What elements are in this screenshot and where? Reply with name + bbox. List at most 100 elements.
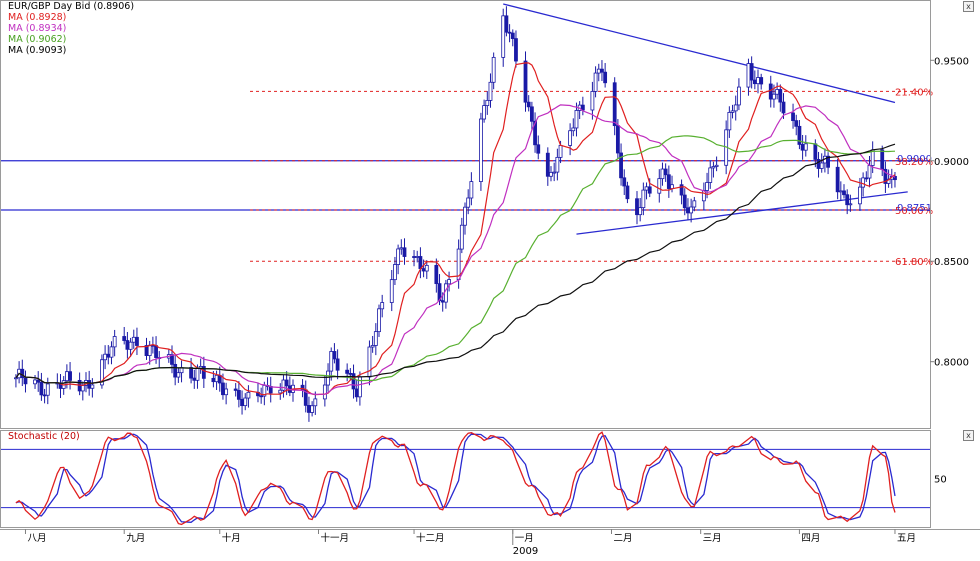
chart-canvas: 21.40%38.20%50.00%61.80%0.90000.8751 50 … bbox=[0, 0, 980, 557]
candle-body bbox=[45, 383, 50, 396]
candle-body bbox=[641, 189, 646, 209]
candle-body bbox=[593, 72, 598, 92]
candle-body bbox=[491, 56, 496, 83]
x-tick-label: 一月 bbox=[515, 533, 534, 544]
candle-body bbox=[469, 181, 474, 199]
candle-body bbox=[737, 86, 741, 106]
candle-body bbox=[549, 171, 553, 177]
candle-body bbox=[686, 207, 690, 214]
candle-body bbox=[781, 101, 786, 114]
candle-body bbox=[596, 68, 601, 74]
y-tick-label: 0.9000 bbox=[934, 157, 969, 168]
candle-body bbox=[529, 106, 534, 122]
x-year-label: 2009 bbox=[513, 546, 538, 557]
candle-body bbox=[555, 156, 560, 173]
horizontal-level-label: 0.8751 bbox=[897, 203, 932, 214]
candle-body bbox=[485, 100, 490, 106]
candle-body bbox=[752, 79, 757, 85]
candle-body bbox=[510, 32, 515, 40]
candle-body bbox=[772, 93, 776, 100]
candle-body bbox=[791, 112, 795, 122]
candle-body bbox=[307, 404, 311, 413]
candle-body bbox=[466, 197, 471, 208]
candle-body bbox=[733, 104, 738, 112]
candle-body bbox=[603, 71, 608, 84]
candle-body bbox=[128, 341, 133, 350]
fib-level-label: 61.80% bbox=[895, 257, 933, 268]
legend-ma4: MA (0.9093) bbox=[8, 45, 67, 56]
candle-body bbox=[351, 373, 356, 390]
candle-body bbox=[861, 177, 866, 188]
candle-body bbox=[399, 247, 404, 250]
close-price-panel-button[interactable]: x bbox=[963, 1, 974, 12]
candle-body bbox=[711, 166, 716, 169]
stochastic-k-line bbox=[15, 431, 896, 526]
candle-body bbox=[278, 389, 283, 394]
fib-level-label: 21.40% bbox=[895, 87, 933, 98]
candle-body bbox=[523, 60, 528, 103]
chart-window: 21.40% 38.20% 50.00% 61.80% 0.9000 0.8751 50 … bbox=[0, 0, 980, 558]
x-tick-label: 八月 bbox=[27, 533, 46, 544]
candle-body bbox=[33, 379, 37, 385]
candle-body bbox=[370, 345, 375, 348]
candle-body bbox=[682, 194, 687, 209]
candle-body bbox=[794, 120, 799, 127]
candle-body bbox=[214, 374, 219, 383]
candle-body bbox=[284, 379, 289, 387]
candle-body bbox=[109, 346, 114, 358]
candle-body bbox=[842, 190, 846, 196]
candle-body bbox=[310, 405, 315, 413]
stochastic-d-line bbox=[15, 433, 896, 523]
candle-body bbox=[638, 207, 643, 216]
x-tick-label: 四月 bbox=[801, 533, 820, 544]
candle-body bbox=[424, 264, 429, 272]
legend-ma3: MA (0.9062) bbox=[8, 34, 67, 45]
candle-body bbox=[705, 182, 709, 191]
candle-body bbox=[663, 168, 668, 176]
candle-body bbox=[354, 388, 359, 398]
candle-body bbox=[195, 367, 200, 381]
candle-body bbox=[125, 340, 130, 350]
candle-body bbox=[644, 186, 649, 191]
candle-body bbox=[536, 144, 541, 154]
candle-body bbox=[858, 186, 862, 205]
legend-ma2: MA (0.8934) bbox=[8, 23, 67, 34]
horizontal-level-label: 0.9000 bbox=[897, 154, 932, 165]
candle-body bbox=[90, 384, 95, 389]
x-tick-label: 九月 bbox=[126, 532, 145, 544]
candle-body bbox=[326, 370, 330, 386]
candle-body bbox=[625, 185, 630, 200]
candle-body bbox=[131, 336, 136, 343]
candle-body bbox=[756, 77, 760, 85]
candle-body bbox=[459, 224, 464, 250]
candle-body bbox=[692, 200, 697, 208]
candle-body bbox=[552, 171, 557, 174]
candle-body bbox=[281, 379, 286, 391]
candle-body bbox=[679, 184, 684, 196]
candle-body bbox=[526, 101, 531, 108]
candle-body bbox=[864, 177, 869, 180]
candle-body bbox=[803, 143, 808, 151]
candle-body bbox=[243, 397, 248, 407]
candle-body bbox=[660, 168, 665, 180]
stochastic-panel: 50 bbox=[0, 431, 947, 526]
legend: EUR/GBP Day Bid (0.8906) MA (0.8928) MA … bbox=[8, 1, 134, 56]
candle-body bbox=[440, 300, 445, 303]
candle-body bbox=[434, 264, 439, 285]
candle-body bbox=[612, 82, 617, 127]
candle-body bbox=[122, 336, 127, 341]
candle-body bbox=[778, 89, 783, 103]
candle-body bbox=[622, 177, 627, 187]
candle-body bbox=[463, 206, 467, 226]
candle-body bbox=[23, 377, 28, 385]
candle-body bbox=[568, 130, 573, 146]
candle-body bbox=[647, 186, 652, 194]
candle-body bbox=[571, 127, 576, 132]
candle-body bbox=[635, 198, 639, 216]
candle-body bbox=[590, 91, 595, 111]
candle-body bbox=[377, 308, 381, 333]
candle-body bbox=[412, 256, 416, 258]
x-tick-label: 五月 bbox=[897, 533, 916, 544]
close-stochastic-panel-button[interactable]: x bbox=[963, 430, 974, 441]
y-tick-label: 0.8500 bbox=[934, 257, 969, 268]
